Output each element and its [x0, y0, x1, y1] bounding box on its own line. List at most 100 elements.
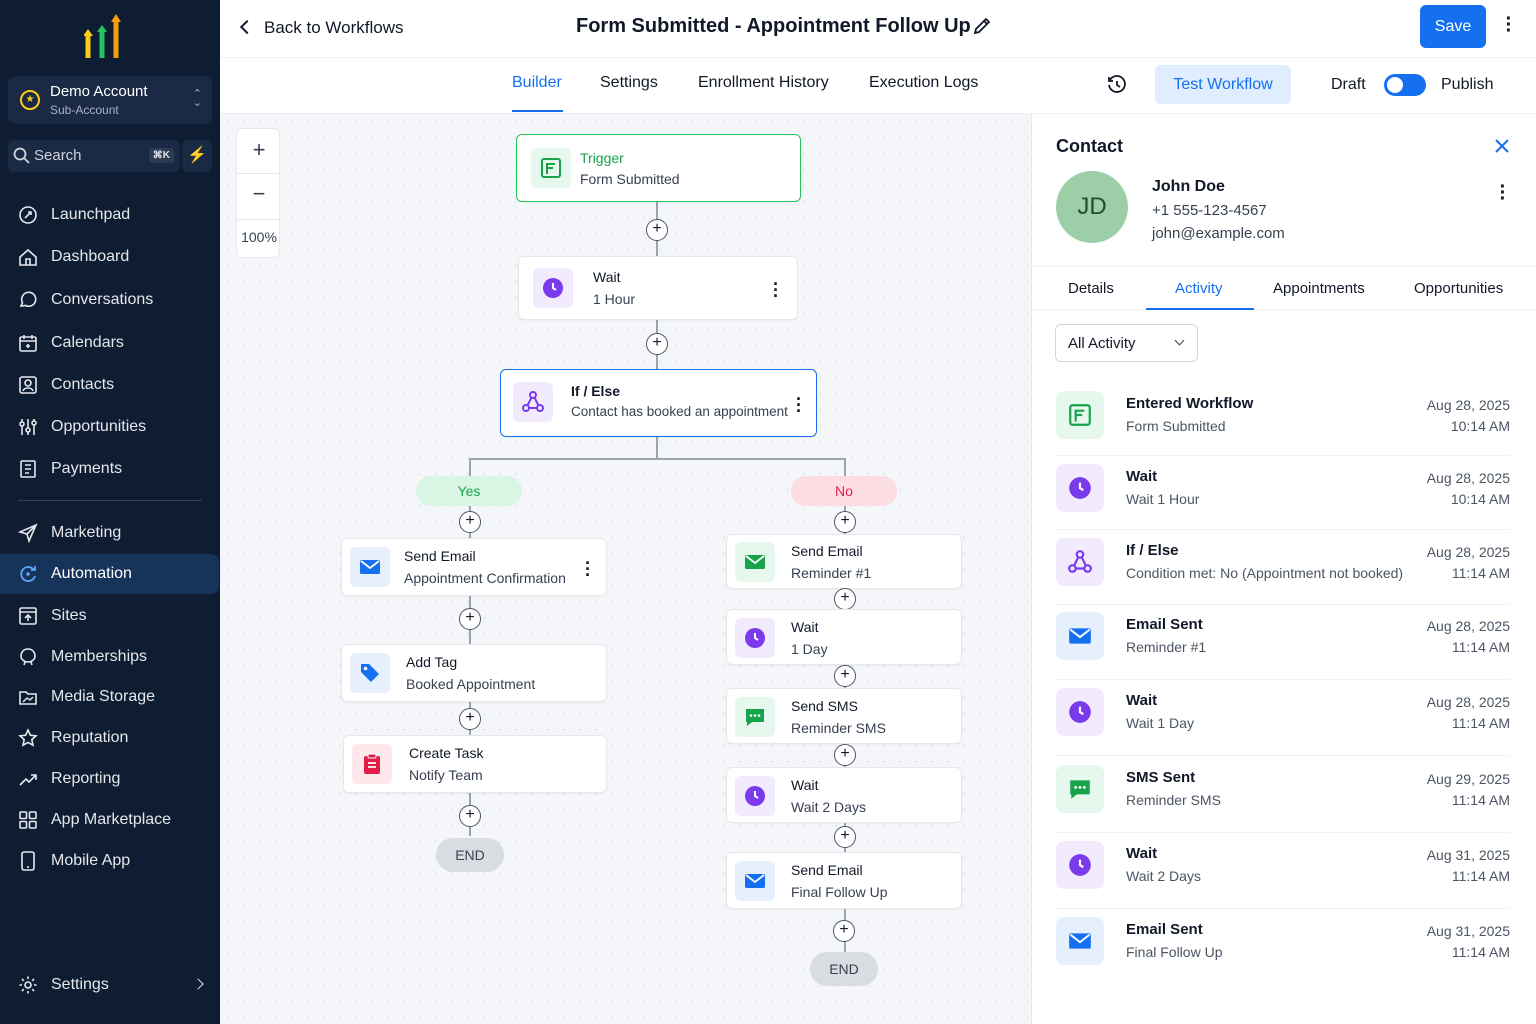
more-options-icon[interactable]: · · ·	[1504, 9, 1514, 41]
sidebar-search[interactable]: Search ⌘K	[8, 140, 180, 172]
trigger-node[interactable]: Trigger Form Submitted	[516, 134, 801, 202]
add-step-button[interactable]: +	[834, 511, 856, 533]
tab-enrollment-history[interactable]: Enrollment History	[698, 74, 829, 92]
send-email-node[interactable]: Send Email Final Follow Up	[726, 852, 962, 909]
node-menu-icon[interactable]: · · ·	[773, 275, 779, 305]
tab-activity[interactable]: Activity	[1175, 280, 1223, 297]
activity-title: Entered Workflow	[1126, 395, 1254, 412]
activity-item[interactable]: Entered Workflow Form Submitted Aug 28, …	[1056, 391, 1510, 465]
activity-filter-select[interactable]: All Activity	[1055, 324, 1198, 362]
activity-item[interactable]: Wait Wait 1 Hour Aug 28, 2025 10:14 AM	[1056, 464, 1510, 538]
activity-item[interactable]: Wait Wait 1 Day Aug 28, 2025 11:14 AM	[1056, 688, 1510, 762]
activity-item[interactable]: If / Else Condition met: No (Appointment…	[1056, 538, 1510, 612]
sidebar-item-conversations[interactable]: Conversations	[0, 280, 220, 320]
activity-title: Wait	[1126, 692, 1158, 709]
tab-opportunities[interactable]: Opportunities	[1414, 280, 1503, 297]
sidebar-item-memberships[interactable]: Memberships	[0, 637, 220, 677]
test-workflow-button[interactable]: Test Workflow	[1155, 65, 1291, 104]
close-icon[interactable]	[1494, 138, 1510, 154]
zoom-out-button[interactable]: −	[237, 173, 281, 217]
dashboard-icon	[19, 248, 37, 266]
sidebar-item-media-storage[interactable]: Media Storage	[0, 677, 220, 717]
activity-item[interactable]: Wait Wait 2 Days Aug 31, 2025 11:14 AM	[1056, 841, 1510, 915]
no-branch-label: No	[791, 476, 897, 506]
add-step-button[interactable]: +	[459, 805, 481, 827]
contact-phone[interactable]: +1 555-123-4567	[1152, 202, 1267, 219]
account-switcher[interactable]: ★ Demo Account Sub-Account ⌃ ⌄	[8, 76, 212, 124]
add-step-button[interactable]: +	[834, 665, 856, 687]
avatar: JD	[1056, 171, 1128, 243]
node-subtitle: Appointment Confirmation	[404, 570, 566, 586]
sidebar-item-launchpad[interactable]: Launchpad	[0, 195, 220, 235]
activity-title: Wait	[1126, 468, 1158, 485]
add-step-button[interactable]: +	[834, 588, 856, 610]
sidebar-item-label: Dashboard	[51, 248, 130, 265]
sidebar-item-sites[interactable]: Sites	[0, 596, 220, 636]
node-title: Wait	[791, 777, 819, 793]
add-step-button[interactable]: +	[834, 744, 856, 766]
activity-date: Aug 28, 2025	[1426, 694, 1510, 710]
activity-item[interactable]: SMS Sent Reminder SMS Aug 29, 2025 11:14…	[1056, 765, 1510, 839]
row-divider	[1056, 908, 1510, 909]
back-to-workflows-link[interactable]: Back to Workflows	[239, 18, 404, 38]
tab-appointments[interactable]: Appointments	[1273, 280, 1365, 297]
publish-toggle[interactable]	[1384, 74, 1426, 96]
node-menu-icon[interactable]: · · ·	[585, 554, 591, 584]
folder-icon	[19, 691, 37, 705]
sidebar-item-mobile-app[interactable]: Mobile App	[0, 841, 220, 881]
wait-node[interactable]: Wait Wait 2 Days	[726, 767, 962, 823]
sidebar-item-payments[interactable]: Payments	[0, 449, 220, 489]
sidebar-item-settings[interactable]: Settings	[0, 965, 220, 1005]
node-subtitle: 1 Hour	[593, 291, 636, 307]
activity-item[interactable]: Email Sent Final Follow Up Aug 31, 2025 …	[1056, 917, 1510, 991]
activity-title: If / Else	[1126, 542, 1179, 559]
if-else-node[interactable]: If / Else Contact has booked an appointm…	[500, 369, 817, 437]
edit-pencil-icon[interactable]	[972, 16, 992, 36]
sidebar-item-label: Launchpad	[51, 206, 131, 223]
add-step-button[interactable]: +	[459, 511, 481, 533]
sidebar-item-dashboard[interactable]: Dashboard	[0, 237, 220, 277]
node-subtitle: Form Submitted	[580, 171, 680, 187]
tab-details[interactable]: Details	[1068, 280, 1114, 297]
sidebar-item-reputation[interactable]: Reputation	[0, 718, 220, 758]
create-task-node[interactable]: Create Task Notify Team	[343, 735, 607, 793]
sidebar-item-automation[interactable]: Automation	[0, 554, 219, 594]
account-name: Demo Account	[50, 83, 148, 100]
send-email-node[interactable]: Send Email Appointment Confirmation · · ·	[341, 538, 607, 596]
sidebar-item-label: Settings	[51, 976, 109, 993]
save-button[interactable]: Save	[1420, 5, 1486, 48]
add-step-button[interactable]: +	[646, 219, 668, 241]
zoom-in-button[interactable]: +	[237, 129, 281, 173]
send-sms-node[interactable]: Send SMS Reminder SMS	[726, 688, 962, 744]
contact-more-icon[interactable]: · · ·	[1498, 177, 1508, 209]
sidebar-item-opportunities[interactable]: Opportunities	[0, 407, 220, 447]
quick-action-bolt-icon[interactable]: ⚡	[182, 140, 212, 172]
wait-node[interactable]: Wait 1 Day	[726, 609, 962, 665]
sidebar-item-contacts[interactable]: Contacts	[0, 365, 220, 405]
add-step-button[interactable]: +	[459, 608, 481, 630]
sidebar-item-calendars[interactable]: Calendars	[0, 323, 220, 363]
sidebar-item-marketing[interactable]: Marketing	[0, 513, 220, 553]
add-step-button[interactable]: +	[646, 333, 668, 355]
tab-settings[interactable]: Settings	[600, 74, 658, 92]
add-step-button[interactable]: +	[833, 920, 855, 942]
mail-icon	[1056, 612, 1104, 660]
active-tab-indicator	[1146, 308, 1254, 310]
tab-builder[interactable]: Builder	[512, 74, 562, 92]
add-tag-node[interactable]: Add Tag Booked Appointment	[341, 644, 607, 702]
history-icon[interactable]	[1106, 74, 1128, 96]
contact-email[interactable]: john@example.com	[1152, 225, 1285, 242]
send-email-node[interactable]: Send Email Reminder #1	[726, 534, 962, 589]
add-step-button[interactable]: +	[459, 708, 481, 730]
active-tab-indicator	[512, 110, 563, 112]
workflow-canvas[interactable]: + − 100% Trigger Form Submitted + Wait 1…	[220, 114, 1031, 1024]
node-menu-icon[interactable]: · · ·	[796, 390, 802, 420]
tab-execution-logs[interactable]: Execution Logs	[869, 74, 978, 92]
sidebar-item-app-marketplace[interactable]: App Marketplace	[0, 800, 220, 840]
node-title: Wait	[791, 619, 819, 635]
sidebar-item-reporting[interactable]: Reporting	[0, 759, 220, 799]
activity-item[interactable]: Email Sent Reminder #1 Aug 28, 2025 11:1…	[1056, 612, 1510, 686]
add-step-button[interactable]: +	[834, 826, 856, 848]
activity-time: 11:14 AM	[1451, 868, 1510, 884]
wait-node[interactable]: Wait 1 Hour · · ·	[518, 256, 798, 320]
